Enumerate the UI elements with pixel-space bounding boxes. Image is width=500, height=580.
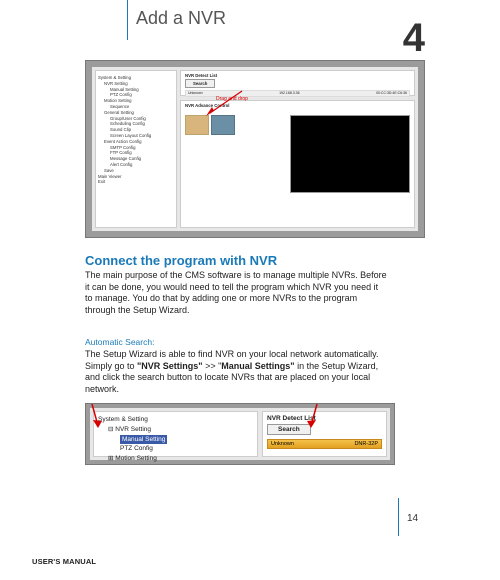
nvr-detect-panel-small: NVR Detect List Search Unknown DNR-32P: [262, 411, 387, 457]
footer-label: USER'S MANUAL: [32, 557, 96, 566]
sub-heading: Automatic Search:: [85, 337, 154, 347]
figure-small-screenshot: System & Setting ⊟ NVR Setting Manual Se…: [85, 403, 395, 465]
page-number: 14: [407, 513, 418, 524]
nvr-advance-panel: NVR Advance Control: [180, 100, 415, 228]
settings-tree: System & Setting NVR Setting Manual Sett…: [95, 70, 177, 228]
settings-tree-small: System & Setting ⊟ NVR Setting Manual Se…: [93, 411, 258, 457]
chapter-title: Add a NVR: [136, 8, 226, 29]
preview-pane: [290, 115, 410, 193]
found-nvr-row[interactable]: Unknown DNR-32P: [267, 439, 382, 449]
drag-drop-label: Drag and drop: [216, 96, 248, 102]
nvr-thumbnail[interactable]: [185, 115, 209, 135]
figure-main-screenshot: System & Setting NVR Setting Manual Sett…: [85, 60, 425, 238]
body-paragraph-2: The Setup Wizard is able to find NVR on …: [85, 349, 387, 395]
body-paragraph-1: The main purpose of the CMS software is …: [85, 270, 387, 316]
chapter-number: 4: [403, 16, 425, 61]
section-heading: Connect the program with NVR: [85, 253, 277, 268]
search-button[interactable]: Search: [267, 424, 311, 435]
search-button[interactable]: Search: [185, 79, 215, 88]
nvr-thumbnail[interactable]: [211, 115, 235, 135]
nvr-detect-panel: NVR Detect List Search Unknown 192.168.3…: [180, 70, 415, 96]
